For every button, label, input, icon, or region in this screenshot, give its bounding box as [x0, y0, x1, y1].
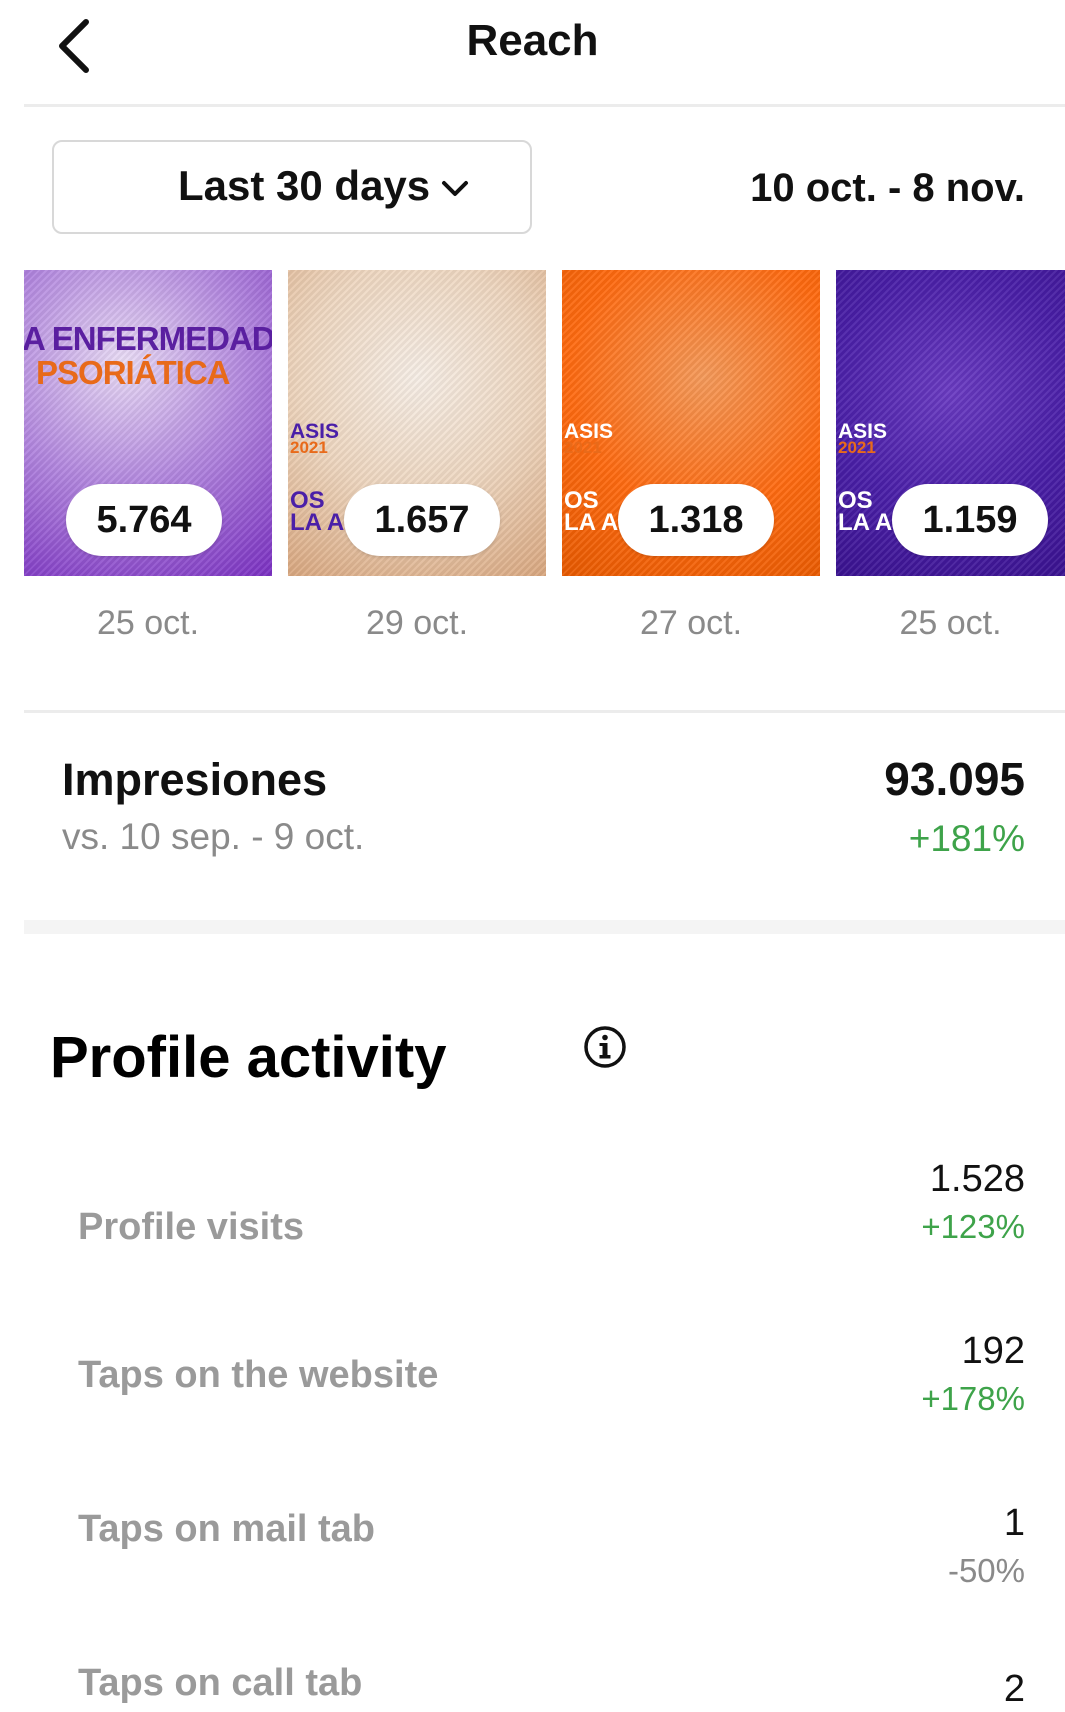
section-title: Profile activity	[50, 1025, 447, 1090]
post-thumbnail[interactable]: A ENFERMEDAD PSORIÁTICA 5.764	[24, 270, 272, 576]
metric-change: +123%	[921, 1208, 1025, 1245]
event-logo: ASIS 2021	[564, 420, 614, 457]
thumbnail-text: OS LA A	[290, 487, 345, 536]
post-date: 27 oct.	[639, 604, 743, 642]
post-date: 25 oct.	[96, 604, 200, 642]
event-logo: ASIS 2021	[838, 420, 888, 457]
metric-label: Taps on the website	[78, 1354, 439, 1396]
post-date: 29 oct.	[365, 604, 469, 642]
post-reach-badge: 1.159	[892, 484, 1048, 556]
thumbnail-text: OS LA A	[838, 487, 893, 536]
chevron-down-icon	[440, 178, 470, 200]
info-icon[interactable]	[582, 1024, 628, 1070]
metric-change: +178%	[921, 1380, 1025, 1417]
page-title: Reach	[466, 16, 599, 65]
post-thumbnail[interactable]: ASIS 2021 OS LA A 1.159	[836, 270, 1065, 576]
header-divider	[24, 104, 1065, 107]
metric-label: Taps on mail tab	[78, 1508, 376, 1550]
date-range-text: 10 oct. - 8 nov.	[750, 166, 1025, 210]
date-range-label: Last 30 days	[178, 162, 431, 209]
thumbnail-text: OS LA A	[564, 487, 619, 536]
impressions-compare-period: vs. 10 sep. - 9 oct.	[62, 816, 365, 857]
post-date: 25 oct.	[899, 604, 1002, 642]
post-reach-badge: 5.764	[66, 484, 222, 556]
metric-label: Profile visits	[78, 1206, 304, 1248]
impressions-change: +181%	[908, 818, 1025, 859]
impressions-value: 93.095	[884, 753, 1025, 805]
metric-change: -50%	[947, 1552, 1025, 1589]
metric-value: 2	[1003, 1668, 1025, 1710]
event-logo: ASIS 2021	[290, 420, 340, 457]
thumbnail-text: A ENFERMEDAD	[24, 320, 272, 357]
metric-value: 1.528	[929, 1158, 1025, 1200]
impressions-label: Impresiones	[62, 754, 328, 805]
section-divider	[24, 920, 1065, 934]
post-reach-badge: 1.318	[618, 484, 774, 556]
metric-label: Taps on call tab	[78, 1662, 363, 1704]
post-thumbnail[interactable]: ASIS 2021 OS LA A 1.657	[288, 270, 546, 576]
metric-value: 1	[1003, 1502, 1025, 1544]
post-reach-badge: 1.657	[344, 484, 500, 556]
thumbnail-text: PSORIÁTICA	[36, 354, 231, 391]
metric-value: 192	[961, 1330, 1025, 1372]
post-thumbnail[interactable]: ASIS 2021 OS LA A 1.318	[562, 270, 820, 576]
section-divider	[24, 710, 1065, 713]
